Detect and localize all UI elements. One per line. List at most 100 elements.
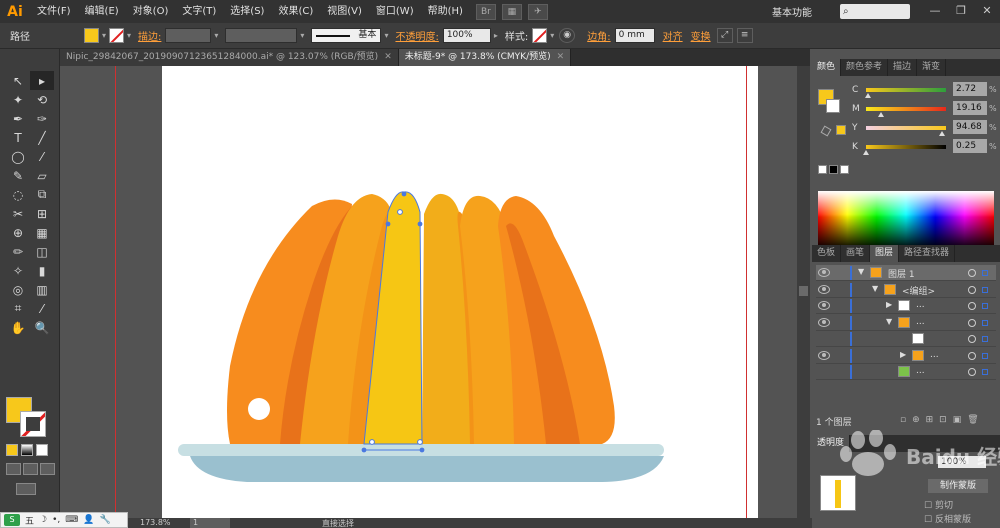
tab-color-guide[interactable]: 颜色参考 — [841, 59, 889, 76]
chevron-down-icon[interactable]: ▾ — [214, 31, 218, 40]
type-tool-icon[interactable]: T — [6, 128, 30, 147]
isolate-object-icon[interactable]: ⤢ — [716, 28, 733, 43]
transparency-thumbnail[interactable] — [820, 475, 856, 511]
clip-checkbox[interactable]: ☐ 剪切 — [924, 498, 953, 511]
chevron-right-icon[interactable]: ▸ — [494, 31, 498, 40]
none-swatch[interactable] — [818, 165, 827, 174]
black-swatch[interactable] — [829, 165, 838, 174]
selection-indicator[interactable] — [982, 303, 988, 309]
hand-tool-icon[interactable]: ✋ — [6, 318, 30, 337]
tab-transparency[interactable]: 透明度 — [812, 435, 851, 452]
arrange-documents-icon[interactable]: ▦ — [501, 3, 522, 20]
draw-normal-icon[interactable] — [6, 463, 21, 475]
tab-gradient[interactable]: 渐变 — [917, 59, 947, 76]
variable-width-profile[interactable] — [225, 28, 298, 43]
slice-tool-icon[interactable]: ⁄ — [30, 299, 54, 318]
warp-tool-icon[interactable]: ✂ — [6, 204, 30, 223]
eye-icon[interactable] — [818, 268, 830, 277]
align-link[interactable]: 对齐 — [663, 28, 683, 43]
zoom-level[interactable]: 173.8% — [140, 518, 171, 527]
layer-row[interactable]: ▼ 图层 1 — [816, 265, 996, 281]
layer-row[interactable]: ▼ <编组> — [816, 282, 996, 298]
yellow-value[interactable]: 94.68 — [953, 120, 987, 134]
eye-icon[interactable] — [818, 301, 830, 310]
menu-window[interactable]: 窗口(W) — [369, 0, 421, 23]
blend-tool-icon[interactable]: ▮ — [30, 261, 54, 280]
bridge-icon[interactable]: Br — [475, 3, 496, 20]
menu-help[interactable]: 帮助(H) — [421, 0, 470, 23]
close-button[interactable]: ✕ — [974, 0, 1000, 23]
expand-right-icon[interactable]: ▶ — [886, 300, 892, 309]
black-slider[interactable] — [866, 145, 946, 149]
chevron-down-icon[interactable]: ▾ — [384, 31, 388, 40]
fill-swatch[interactable] — [84, 28, 99, 43]
selection-indicator[interactable] — [982, 336, 988, 342]
layer-action-icons[interactable]: ▫⊕⊞⊡▣🗑 — [900, 415, 985, 425]
color-mode-button[interactable] — [6, 444, 18, 456]
pencil-tool-icon[interactable]: ✎ — [6, 166, 30, 185]
column-graph-tool-icon[interactable]: ▥ — [30, 280, 54, 299]
workspace-switcher[interactable]: 基本功能 — [772, 4, 812, 19]
cyan-slider[interactable] — [866, 88, 946, 92]
search-input[interactable]: ⌕ — [840, 4, 910, 19]
menu-object[interactable]: 对象(O) — [126, 0, 176, 23]
selection-indicator[interactable] — [982, 352, 988, 359]
punctuation-icon[interactable]: •, — [52, 515, 60, 525]
keyboard-icon[interactable]: ⌨ — [65, 515, 78, 525]
layer-row[interactable]: ▶... — [816, 298, 996, 314]
tab-swatches[interactable]: 色板 — [812, 245, 842, 262]
yellow-slider[interactable] — [866, 126, 946, 130]
selection-indicator[interactable] — [982, 369, 988, 375]
anchor-point[interactable] — [369, 439, 375, 445]
layer-row[interactable] — [816, 331, 996, 347]
jelly-artwork[interactable] — [162, 66, 758, 518]
anchor-point[interactable] — [385, 221, 391, 227]
layer-row[interactable]: ▶... — [816, 348, 996, 364]
magenta-slider[interactable] — [866, 107, 946, 111]
target-icon[interactable] — [968, 351, 976, 360]
gradient-tool-icon[interactable]: ◫ — [30, 242, 54, 261]
tab-stroke[interactable]: 描边 — [888, 59, 918, 76]
menu-view[interactable]: 视图(V) — [320, 0, 369, 23]
draw-inside-icon[interactable] — [40, 463, 55, 475]
opacity-label[interactable]: 不透明度: — [395, 28, 438, 43]
scrollbar-thumb[interactable] — [799, 286, 808, 296]
brush-definition[interactable]: 基本 — [311, 28, 382, 43]
target-icon[interactable] — [968, 269, 976, 277]
slider-knob[interactable] — [865, 93, 872, 98]
black-value[interactable]: 0.25 — [953, 139, 987, 153]
selection-indicator[interactable] — [982, 270, 988, 276]
canvas-area[interactable] — [60, 66, 810, 518]
symbol-sprayer-tool-icon[interactable]: ◎ — [6, 280, 30, 299]
selection-indicator[interactable] — [982, 319, 988, 326]
tab-brushes[interactable]: 画笔 — [841, 245, 871, 262]
recolor-artwork-icon[interactable]: ◉ — [559, 28, 576, 43]
screen-mode-icon[interactable] — [16, 483, 36, 495]
curvature-tool-icon[interactable]: ✑ — [30, 109, 54, 128]
opacity-input[interactable]: 100% — [442, 28, 491, 43]
corner-label[interactable]: 边角: — [587, 28, 610, 43]
expand-down-icon[interactable]: ▼ — [872, 284, 878, 293]
target-icon[interactable] — [968, 302, 976, 310]
artboard-number[interactable]: 1 — [190, 518, 230, 528]
eye-icon[interactable] — [818, 350, 830, 360]
color-spectrum[interactable] — [818, 191, 994, 249]
chevron-down-icon[interactable]: ▾ — [102, 31, 106, 40]
cyan-value[interactable]: 2.72 — [953, 82, 987, 96]
stroke-label[interactable]: 描边: — [138, 28, 161, 43]
vertical-scrollbar[interactable] — [797, 66, 810, 518]
moon-icon[interactable]: ☽ — [39, 515, 47, 525]
transparency-opacity-input[interactable]: 100% — [938, 456, 986, 468]
pen-tool-icon[interactable]: ✒ — [6, 109, 30, 128]
layer-row[interactable]: ... — [816, 364, 996, 380]
target-icon[interactable] — [968, 368, 976, 376]
eye-icon[interactable] — [818, 317, 830, 327]
target-icon[interactable] — [968, 318, 976, 327]
invert-mask-checkbox[interactable]: ☐ 反相蒙版 — [924, 512, 971, 525]
artboard[interactable] — [162, 66, 758, 518]
panel-stroke-swatch[interactable] — [826, 99, 840, 113]
make-mask-button[interactable]: 制作蒙版 — [928, 479, 988, 493]
layer-row[interactable]: ▼... — [816, 315, 996, 331]
close-icon[interactable]: ✕ — [557, 52, 565, 62]
close-icon[interactable]: ✕ — [384, 52, 392, 62]
